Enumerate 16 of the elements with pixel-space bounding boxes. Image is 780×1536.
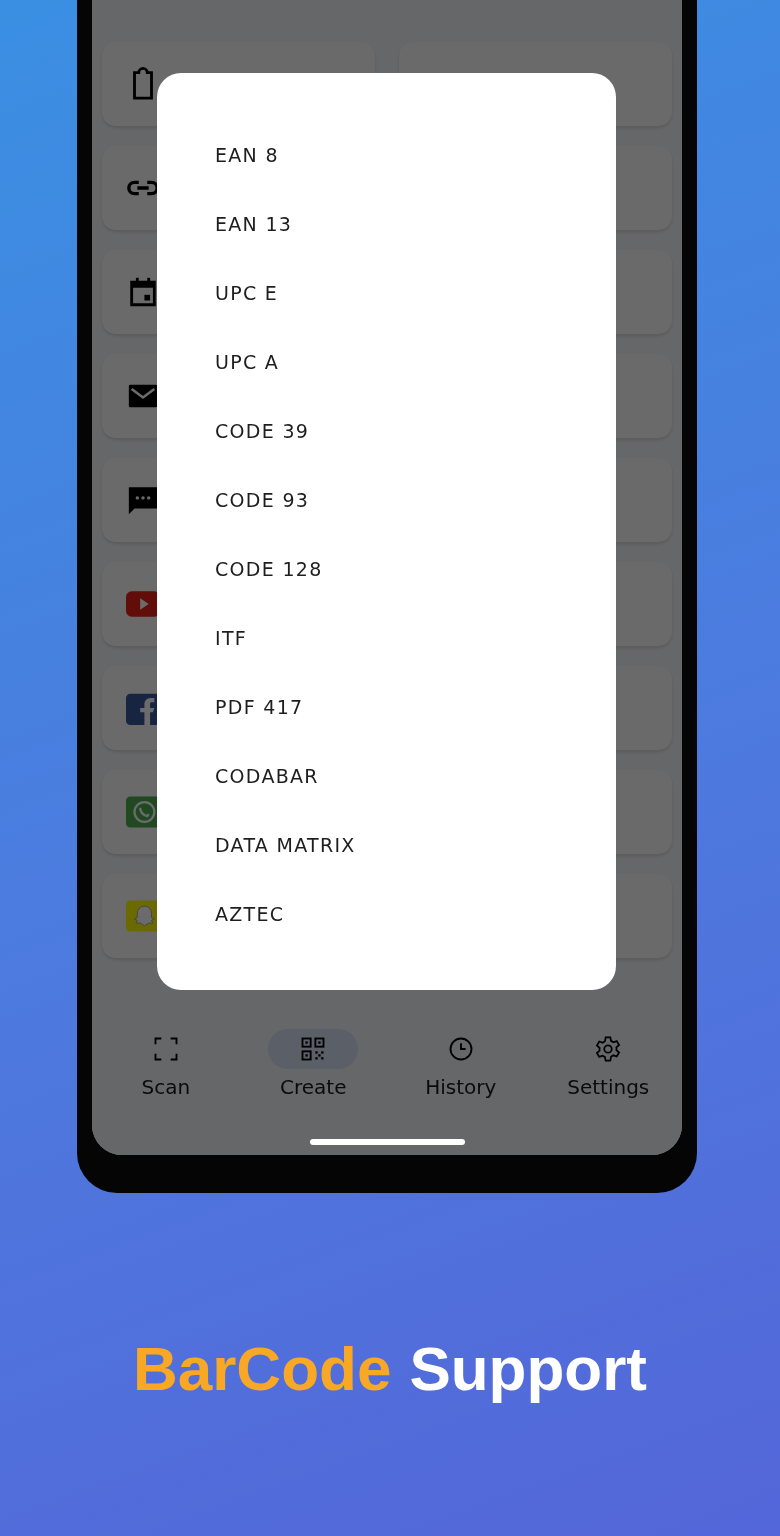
barcode-type-option[interactable]: EAN 8 <box>215 143 279 166</box>
barcode-type-option[interactable]: DATA MATRIX <box>215 833 356 856</box>
barcode-type-option[interactable]: EAN 13 <box>215 212 293 235</box>
barcode-type-option[interactable]: ITF <box>215 626 248 649</box>
barcode-type-option[interactable]: CODE 128 <box>215 557 323 580</box>
caption-highlight: BarCode <box>133 1333 392 1404</box>
barcode-type-option[interactable]: CODABAR <box>215 764 319 787</box>
barcode-type-option[interactable]: UPC A <box>215 350 280 373</box>
barcode-type-option[interactable]: CODE 93 <box>215 488 310 511</box>
settings-icon <box>594 1035 623 1063</box>
barcode-type-option[interactable]: AZTEC <box>215 902 285 925</box>
caption-text: Support <box>409 1333 647 1404</box>
barcode-type-option[interactable]: PDF 417 <box>215 695 304 718</box>
barcode-type-option[interactable]: UPC E <box>215 281 279 304</box>
home-indicator[interactable] <box>309 1138 465 1145</box>
barcode-type-option[interactable]: CODE 39 <box>215 419 310 442</box>
